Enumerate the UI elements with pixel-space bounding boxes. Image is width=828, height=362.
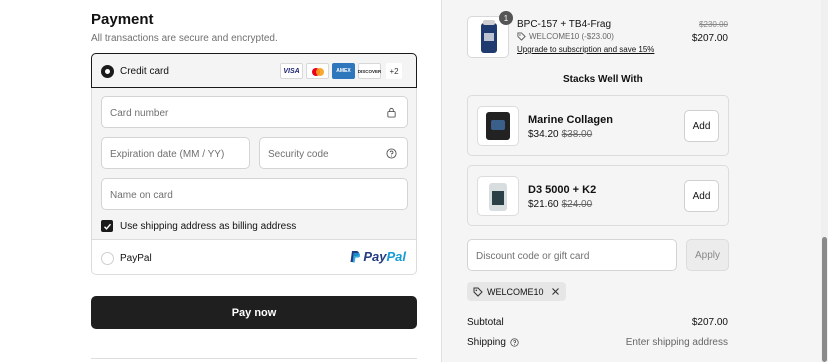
name-on-card-placeholder: Name on card: [110, 190, 173, 201]
product-name: BPC-157 + TB4-Frag: [517, 19, 612, 30]
divider: [91, 358, 417, 359]
recommendation-old-price: $38.00: [561, 129, 593, 140]
paypal-label: PayPal: [120, 253, 152, 264]
scrollbar-thumb[interactable]: [822, 237, 827, 362]
upgrade-subscription-link[interactable]: Upgrade to subscription and save 15%: [517, 45, 654, 54]
quantity-badge: 1: [499, 11, 513, 25]
card-number-field[interactable]: Card number: [101, 96, 408, 128]
credit-card-radio[interactable]: [101, 65, 114, 78]
recommendation-card: Marine Collagen $34.20 $38.00 Add: [467, 95, 729, 156]
paypal-logo: PayPal: [350, 249, 406, 264]
add-marine-collagen-button[interactable]: Add: [684, 110, 719, 142]
subtotal-value: $207.00: [691, 317, 728, 328]
discount-code-input[interactable]: Discount code or gift card: [467, 239, 677, 271]
recommendation-price: $34.20 $38.00: [528, 129, 592, 140]
security-code-placeholder: Security code: [268, 149, 329, 160]
discover-icon: DISCOVER: [358, 63, 381, 79]
stacks-title: Stacks Well With: [563, 74, 643, 85]
product-bottle-image: [481, 20, 497, 53]
shipping-label-row: Shipping: [467, 337, 519, 348]
product-discount-text: WELCOME10 (-$23.00): [529, 32, 614, 41]
paypal-logo-text-1: Pay: [363, 249, 387, 264]
shipping-label: Shipping: [467, 337, 506, 348]
more-cards-count: +2: [386, 63, 402, 79]
mastercard-icon: [306, 63, 329, 79]
credit-card-fields: Card number Expiration date (MM / YY) Se…: [92, 88, 416, 240]
billing-address-toggle[interactable]: Use shipping address as billing address: [101, 220, 296, 232]
add-d3-k2-button[interactable]: Add: [684, 180, 719, 212]
payment-section: Payment All transactions are secure and …: [0, 0, 441, 362]
recommendation-sale-price: $21.60: [528, 199, 559, 210]
marine-collagen-image: [477, 106, 519, 146]
amex-icon: AMEX: [332, 63, 355, 79]
original-price: $230.00: [699, 20, 728, 29]
help-icon[interactable]: [386, 148, 397, 159]
payment-subtitle: All transactions are secure and encrypte…: [91, 33, 278, 44]
product-price: $207.00: [691, 33, 728, 44]
expiration-date-field[interactable]: Expiration date (MM / YY): [101, 137, 250, 169]
security-code-field[interactable]: Security code: [259, 137, 408, 169]
shipping-value: Enter shipping address: [625, 337, 728, 348]
card-number-placeholder: Card number: [110, 108, 169, 119]
recommendation-card: D3 5000 + K2 $21.60 $24.00 Add: [467, 165, 729, 226]
applied-discount-chip: WELCOME10: [467, 282, 566, 301]
billing-checkbox[interactable]: [101, 220, 113, 232]
checkmark-icon: [103, 223, 111, 230]
card-logos: VISA AMEX DISCOVER +2: [280, 63, 402, 79]
pay-now-button[interactable]: Pay now: [91, 296, 417, 329]
d3-k2-image: [477, 176, 519, 216]
payment-methods: Credit card VISA AMEX DISCOVER +2 Card n…: [91, 53, 417, 275]
close-icon[interactable]: [551, 287, 560, 296]
paypal-logo-text-2: Pal: [386, 249, 406, 264]
subtotal-label: Subtotal: [467, 317, 504, 328]
billing-label: Use shipping address as billing address: [120, 220, 297, 232]
discount-code-placeholder: Discount code or gift card: [476, 251, 590, 262]
order-summary: 1 BPC-157 + TB4-Frag WELCOME10 (-$23.00)…: [441, 0, 828, 362]
credit-card-label: Credit card: [120, 66, 169, 77]
paypal-option[interactable]: PayPal PayPal: [92, 241, 416, 275]
paypal-radio[interactable]: [101, 252, 114, 265]
recommendation-old-price: $24.00: [561, 199, 593, 210]
lock-icon: [387, 107, 396, 118]
credit-card-option[interactable]: Credit card VISA AMEX DISCOVER +2: [91, 53, 417, 88]
help-icon[interactable]: [510, 338, 519, 347]
recommendation-price: $21.60 $24.00: [528, 199, 592, 210]
product-discount: WELCOME10 (-$23.00): [517, 32, 614, 41]
applied-code: WELCOME10: [487, 286, 544, 297]
tag-icon: [517, 32, 526, 41]
recommendation-name: D3 5000 + K2: [528, 184, 597, 196]
paypal-icon: [350, 251, 361, 263]
apply-button[interactable]: Apply: [686, 239, 729, 271]
name-on-card-field[interactable]: Name on card: [101, 178, 408, 210]
recommendation-sale-price: $34.20: [528, 129, 559, 140]
tag-icon: [473, 287, 483, 297]
visa-icon: VISA: [280, 63, 303, 79]
expiration-placeholder: Expiration date (MM / YY): [110, 149, 225, 160]
scrollbar[interactable]: [821, 0, 828, 362]
recommendation-name: Marine Collagen: [528, 114, 613, 126]
payment-title: Payment: [91, 11, 154, 28]
